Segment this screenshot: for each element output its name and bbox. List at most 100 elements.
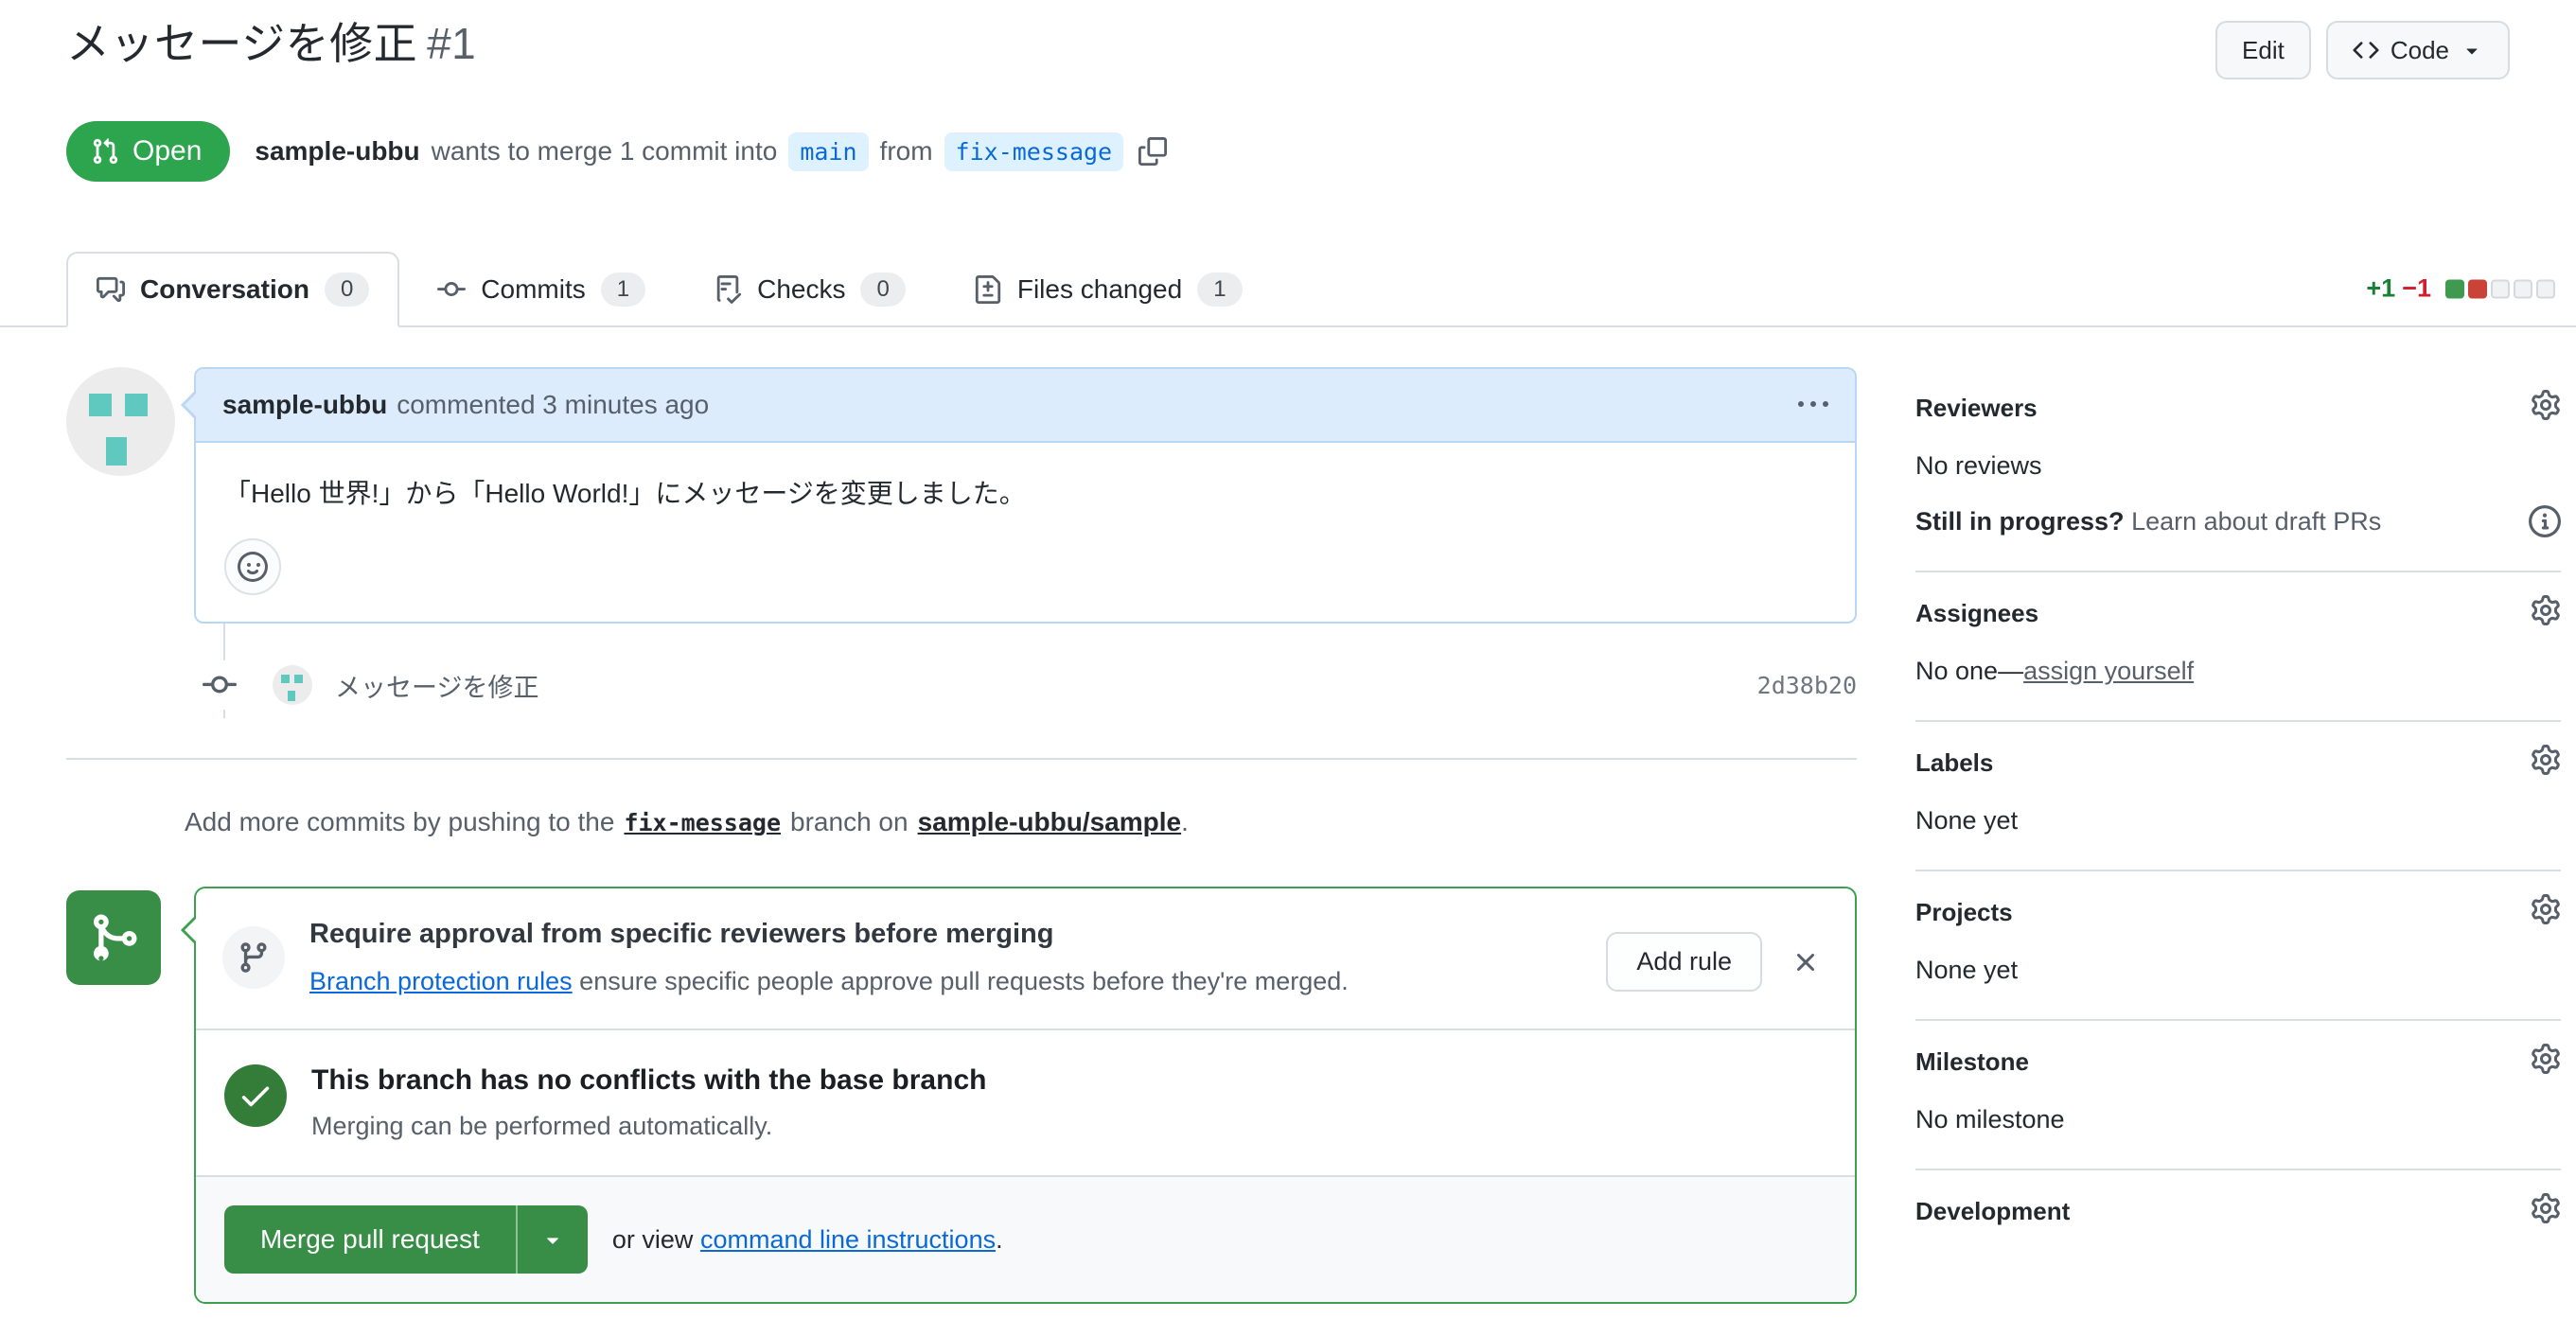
draft-prs-link[interactable]: Learn about draft PRs [2131, 507, 2381, 536]
conflict-status-desc: Merging can be performed automatically. [311, 1112, 773, 1141]
info-icon [2529, 505, 2561, 537]
tab-commits[interactable]: Commits 1 [407, 252, 676, 327]
git-branch-icon [237, 940, 271, 975]
head-branch-link[interactable]: fix-message [624, 809, 781, 836]
add-rule-button[interactable]: Add rule [1606, 932, 1762, 993]
tab-counter: 0 [324, 272, 370, 307]
dismiss-rule-button[interactable] [1791, 947, 1821, 977]
git-commit-icon [437, 275, 466, 304]
pr-number: #1 [427, 19, 477, 68]
sidebar-section-assignees: Assignees No one—assign yourself [1915, 572, 2561, 722]
diffstat-additions: +1 [2366, 273, 2396, 303]
milestone-gear-button[interactable] [2531, 1044, 2561, 1074]
draft-prompt-text: Still in progress? [1915, 507, 2125, 536]
sidebar: Reviewers No reviews Still in progress? … [1915, 367, 2561, 1304]
reviewers-empty-text: No reviews [1915, 451, 2042, 480]
diffstat: +1 −1 [2366, 274, 2555, 304]
merge-description: sample-ubbu wants to merge 1 commit into… [255, 132, 1167, 171]
chevron-down-icon [2461, 39, 2483, 62]
git-branch-icon-badge [222, 926, 285, 990]
git-commit-icon [203, 660, 237, 711]
check-icon [238, 1078, 273, 1114]
tab-checks[interactable]: Checks 0 [683, 252, 936, 327]
comment-discussion-icon [97, 275, 125, 304]
diffstat-blocks [2445, 279, 2555, 298]
commit-sha-link[interactable]: 2d38b20 [1757, 672, 1857, 699]
sidebar-section-milestone: Milestone No milestone [1915, 1021, 2561, 1170]
pr-author-link[interactable]: sample-ubbu [255, 136, 419, 167]
head-branch-chip[interactable]: fix-message [944, 132, 1124, 171]
tab-counter: 1 [600, 272, 646, 307]
git-merge-icon-badge [66, 890, 161, 986]
git-merge-icon [87, 911, 140, 964]
edit-button[interactable]: Edit [2215, 21, 2311, 79]
labels-gear-button[interactable] [2531, 745, 2561, 775]
development-gear-button[interactable] [2531, 1193, 2561, 1223]
reviewers-gear-button[interactable] [2531, 390, 2561, 420]
comment-options-button[interactable] [1798, 390, 1828, 420]
gear-icon [2531, 595, 2561, 625]
projects-empty-text: None yet [1915, 956, 2019, 984]
checklist-icon [714, 275, 742, 304]
code-icon [2353, 37, 2379, 63]
merge-options-dropdown[interactable] [515, 1205, 588, 1274]
conflict-status-title: This branch has no conflicts with the ba… [311, 1064, 987, 1097]
base-branch-chip[interactable]: main [788, 132, 869, 171]
command-line-instructions-link[interactable]: command line instructions [700, 1225, 996, 1254]
labels-empty-text: None yet [1915, 806, 2019, 835]
timeline-divider [66, 758, 1857, 761]
file-diff-icon [974, 275, 1002, 304]
commit-row: メッセージを修正 2d38b20 [66, 652, 1857, 718]
comment-author-link[interactable]: sample-ubbu [222, 390, 387, 420]
merge-actions: Merge pull request or view command line … [196, 1175, 1855, 1303]
commit-author-avatar[interactable] [273, 665, 312, 706]
milestone-empty-text: No milestone [1915, 1105, 2065, 1134]
branch-protection-rules-link[interactable]: Branch protection rules [309, 967, 573, 995]
pull-request-icon [91, 137, 119, 166]
pr-state-badge: Open [66, 121, 231, 182]
chevron-down-icon [540, 1227, 565, 1252]
assignees-gear-button[interactable] [2531, 595, 2561, 625]
pr-comment: sample-ubbu commented 3 minutes ago 「Hel… [66, 367, 1857, 624]
pr-tabnav: Conversation 0 Commits 1 Checks 0 Files … [0, 252, 2576, 327]
code-button[interactable]: Code [2325, 21, 2510, 79]
assign-yourself-link[interactable]: assign yourself [2023, 657, 2194, 685]
tab-files-changed[interactable]: Files changed 1 [944, 252, 1273, 327]
gear-icon [2531, 1193, 2561, 1223]
comment-header: sample-ubbu commented 3 minutes ago [196, 369, 1855, 443]
diffstat-deletions: −1 [2402, 273, 2431, 303]
comment-meta: commented 3 minutes ago [397, 390, 710, 419]
merge-area: Require approval from specific reviewers… [66, 887, 1857, 1305]
close-icon [1791, 947, 1821, 977]
assignees-empty-text: No one— [1915, 657, 2024, 685]
add-reaction-button[interactable] [224, 538, 281, 596]
smiley-icon [238, 552, 268, 582]
merge-pull-request-button[interactable]: Merge pull request [224, 1205, 516, 1274]
comment-box: sample-ubbu commented 3 minutes ago 「Hel… [181, 367, 1857, 624]
commit-message-link[interactable]: メッセージを修正 [335, 667, 538, 704]
page-title: メッセージを修正 #1 [66, 15, 476, 72]
repo-link[interactable]: sample-ubbu/sample [918, 807, 1182, 836]
rule-title: Require approval from specific reviewers… [309, 919, 1054, 950]
mergeability-section: This branch has no conflicts with the ba… [196, 1030, 1855, 1175]
tab-counter: 0 [860, 272, 906, 307]
push-note: Add more commits by pushing to the fix-m… [185, 807, 1189, 837]
projects-gear-button[interactable] [2531, 894, 2561, 924]
gear-icon [2531, 390, 2561, 420]
tab-conversation[interactable]: Conversation 0 [66, 252, 400, 327]
avatar[interactable] [66, 367, 175, 476]
sidebar-section-labels: Labels None yet [1915, 722, 2561, 871]
merge-status-box: Require approval from specific reviewers… [181, 887, 1857, 1305]
sidebar-section-projects: Projects None yet [1915, 871, 2561, 1021]
branch-protection-section: Require approval from specific reviewers… [196, 888, 1855, 1031]
draft-info-button[interactable] [2529, 505, 2561, 537]
check-icon-badge [224, 1064, 287, 1128]
copy-branch-button[interactable] [1138, 137, 1167, 166]
sidebar-section-development: Development [1915, 1170, 2561, 1260]
discussion-timeline: sample-ubbu commented 3 minutes ago 「Hel… [66, 367, 1857, 1305]
tab-counter: 1 [1197, 272, 1243, 307]
comment-body-text: 「Hello 世界!」から「Hello World!」にメッセージを変更しました… [224, 479, 1026, 508]
kebab-icon [1798, 390, 1828, 420]
pr-title-text: メッセージを修正 [66, 19, 418, 68]
gear-icon [2531, 894, 2561, 924]
